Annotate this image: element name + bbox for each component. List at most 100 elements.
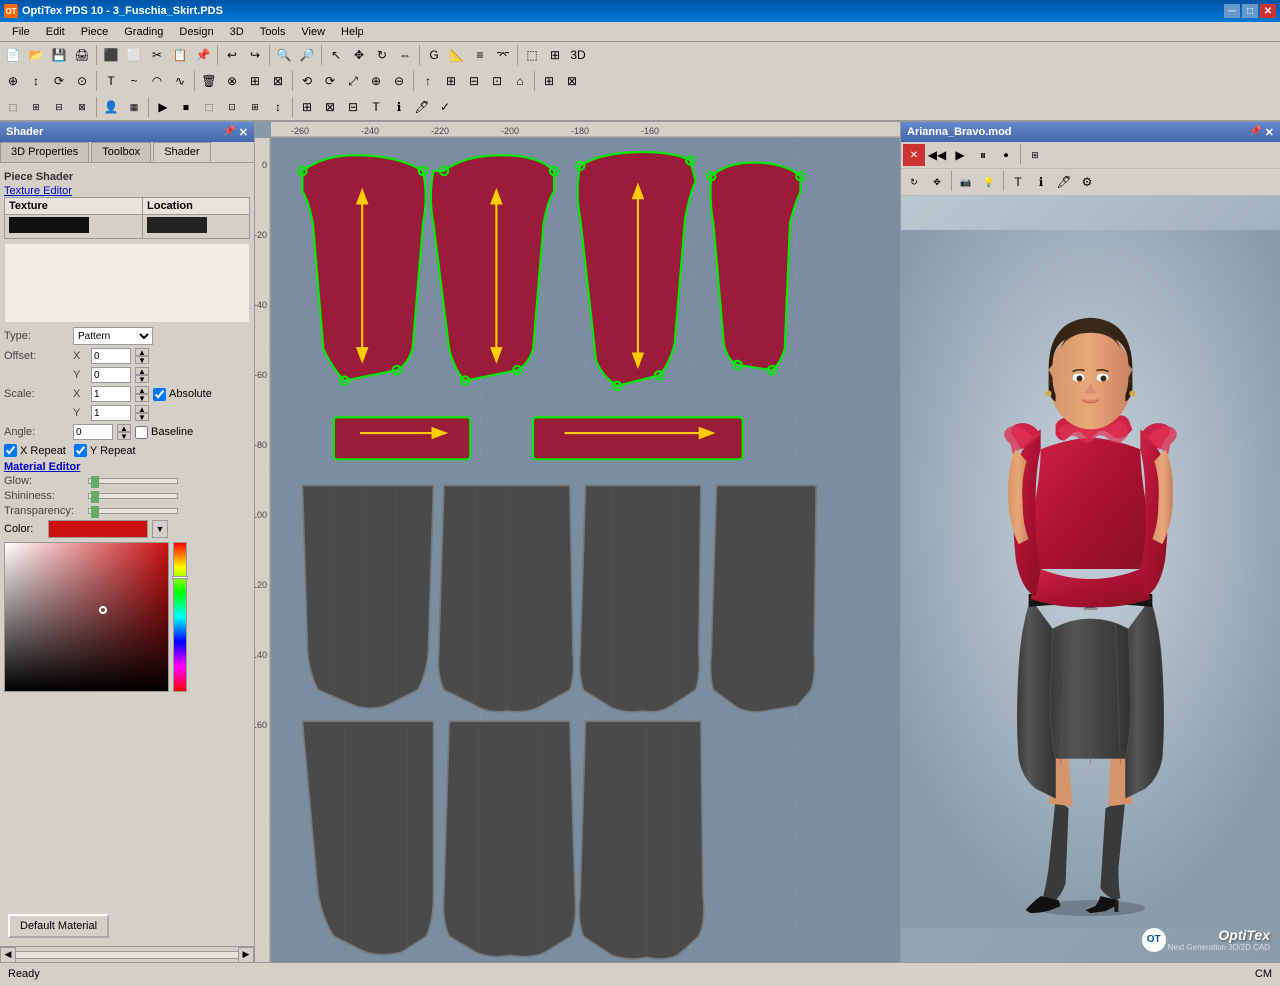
titlebar-buttons[interactable]: ─ □ ✕ [1224, 4, 1276, 18]
close-button[interactable]: ✕ [1260, 4, 1276, 18]
tool-r2-3[interactable]: ⟳ [48, 70, 70, 92]
tool-r3-2[interactable]: ⊞ [25, 96, 47, 118]
minimize-button[interactable]: ─ [1224, 4, 1240, 18]
tool-r2-21[interactable]: ⊡ [486, 70, 508, 92]
angle-input[interactable] [73, 424, 113, 440]
y-repeat-checkbox[interactable] [74, 444, 87, 457]
notch-btn[interactable]: ⌤ [492, 44, 514, 66]
glow-thumb[interactable] [91, 476, 99, 488]
grading-btn[interactable]: G [423, 44, 445, 66]
tool-r2-5[interactable]: T [100, 70, 122, 92]
skirt-piece-4[interactable] [711, 485, 817, 711]
model-pin-icon[interactable]: 📌 [1249, 126, 1261, 139]
menu-edit[interactable]: Edit [38, 24, 73, 40]
model-tool-pan[interactable]: ✥ [926, 171, 948, 193]
color-swatch[interactable] [48, 520, 148, 538]
scale-x-spinner[interactable]: ▲ ▼ [135, 386, 149, 402]
tool-r2-22[interactable]: ⌂ [509, 70, 531, 92]
tool-r2-20[interactable]: ⊟ [463, 70, 485, 92]
tool-r3-19[interactable]: ✓ [434, 96, 456, 118]
tool-r3-1[interactable]: ⬚ [2, 96, 24, 118]
x-repeat-checkbox[interactable] [4, 444, 17, 457]
tool-r2-7[interactable]: ◠ [146, 70, 168, 92]
tool-r2-13[interactable]: ⟲ [296, 70, 318, 92]
scale-x-input[interactable] [91, 386, 131, 402]
skirt-piece-5[interactable] [302, 721, 433, 954]
model-tool-ruler[interactable]: T [1007, 171, 1029, 193]
scroll-left-btn[interactable]: ◀ [0, 947, 16, 963]
maximize-button[interactable]: □ [1242, 4, 1258, 18]
tool-r3-12[interactable]: ↕ [267, 96, 289, 118]
seam-btn[interactable]: ≡ [469, 44, 491, 66]
tool-r2-4[interactable]: ⊙ [71, 70, 93, 92]
skirt-piece-7[interactable] [579, 721, 704, 959]
model-tool-play[interactable]: ▶ [949, 144, 971, 166]
shader-close-icon[interactable]: ✕ [239, 126, 248, 139]
bodice-piece-3[interactable] [578, 152, 696, 386]
tool-r3-18[interactable]: 🖊 [411, 96, 433, 118]
zoom-in-button[interactable]: 🔍 [273, 44, 295, 66]
model-tool-stop[interactable]: ✕ [903, 144, 925, 166]
tab-shader[interactable]: Shader [153, 142, 210, 162]
pattern-canvas[interactable] [271, 138, 900, 962]
tool-r2-11[interactable]: ⊞ [244, 70, 266, 92]
tab-3d-properties[interactable]: 3D Properties [0, 142, 89, 162]
texture-editor-link[interactable]: Texture Editor [4, 185, 72, 197]
model-tool-pause[interactable]: ⏸ [972, 144, 994, 166]
tool-r3-16[interactable]: T [365, 96, 387, 118]
shininess-slider[interactable] [88, 493, 178, 499]
band-piece-1[interactable] [334, 417, 470, 459]
measure-btn[interactable]: 📐 [446, 44, 468, 66]
skirt-piece-3[interactable] [580, 485, 701, 711]
mirror-button[interactable]: ⇔ [394, 44, 416, 66]
tool-r2-24[interactable]: ⊠ [561, 70, 583, 92]
menu-grading[interactable]: Grading [116, 24, 171, 40]
scale-y-input[interactable] [91, 405, 131, 421]
tool-btn-3[interactable]: ✂ [146, 44, 168, 66]
tool-r2-10[interactable]: ⊗ [221, 70, 243, 92]
save-button[interactable]: 💾 [48, 44, 70, 66]
tool-r2-8[interactable]: ∿ [169, 70, 191, 92]
offset-y-down[interactable]: ▼ [135, 375, 149, 383]
band-piece-2[interactable] [533, 417, 743, 459]
model-tool-rewind[interactable]: ◀◀ [926, 144, 948, 166]
skirt-piece-6[interactable] [444, 721, 576, 956]
glow-slider[interactable] [88, 478, 178, 484]
bodice-piece-4[interactable] [711, 163, 801, 371]
tool-r3-17[interactable]: ℹ [388, 96, 410, 118]
offset-x-down[interactable]: ▼ [135, 356, 149, 364]
select-button[interactable]: ↖ [325, 44, 347, 66]
material-editor-link[interactable]: Material Editor [4, 461, 250, 473]
offset-x-spinner[interactable]: ▲ ▼ [135, 348, 149, 364]
bodice-piece-1[interactable] [302, 155, 425, 380]
angle-spinner[interactable]: ▲ ▼ [117, 424, 131, 440]
lay-btn[interactable]: ⬚ [521, 44, 543, 66]
tool-r3-15[interactable]: ⊟ [342, 96, 364, 118]
tool-r2-9[interactable]: 🗑 [198, 70, 220, 92]
scroll-track[interactable] [16, 951, 238, 959]
menu-tools[interactable]: Tools [252, 24, 294, 40]
menu-help[interactable]: Help [333, 24, 372, 40]
scale-y-down[interactable]: ▼ [135, 413, 149, 421]
angle-down[interactable]: ▼ [117, 432, 131, 440]
tool-r3-14[interactable]: ⊠ [319, 96, 341, 118]
baseline-checkbox[interactable] [135, 426, 148, 439]
model-tool-cam[interactable]: 📷 [955, 171, 977, 193]
model-tool-draw[interactable]: 🖊 [1053, 171, 1075, 193]
tool-r3-5[interactable]: 👤 [100, 96, 122, 118]
scale-x-down[interactable]: ▼ [135, 394, 149, 402]
shader-pin-icon[interactable]: 📌 [223, 126, 235, 139]
model-close-icon[interactable]: ✕ [1265, 126, 1274, 139]
model-tool-record[interactable]: ⏺ [995, 144, 1017, 166]
model-tool-extra[interactable]: ⚙ [1076, 171, 1098, 193]
nest-btn[interactable]: ⊞ [544, 44, 566, 66]
tool-r3-3[interactable]: ⊟ [48, 96, 70, 118]
tool-btn-5[interactable]: 📌 [192, 44, 214, 66]
tool-r3-4[interactable]: ⊠ [71, 96, 93, 118]
zoom-out-button[interactable]: 🔎 [296, 44, 318, 66]
tool-btn-2[interactable]: ⬜ [123, 44, 145, 66]
color-dropdown-btn[interactable]: ▼ [152, 520, 168, 538]
menu-piece[interactable]: Piece [73, 24, 117, 40]
tool-r2-12[interactable]: ⊠ [267, 70, 289, 92]
offset-y-input[interactable] [91, 367, 131, 383]
